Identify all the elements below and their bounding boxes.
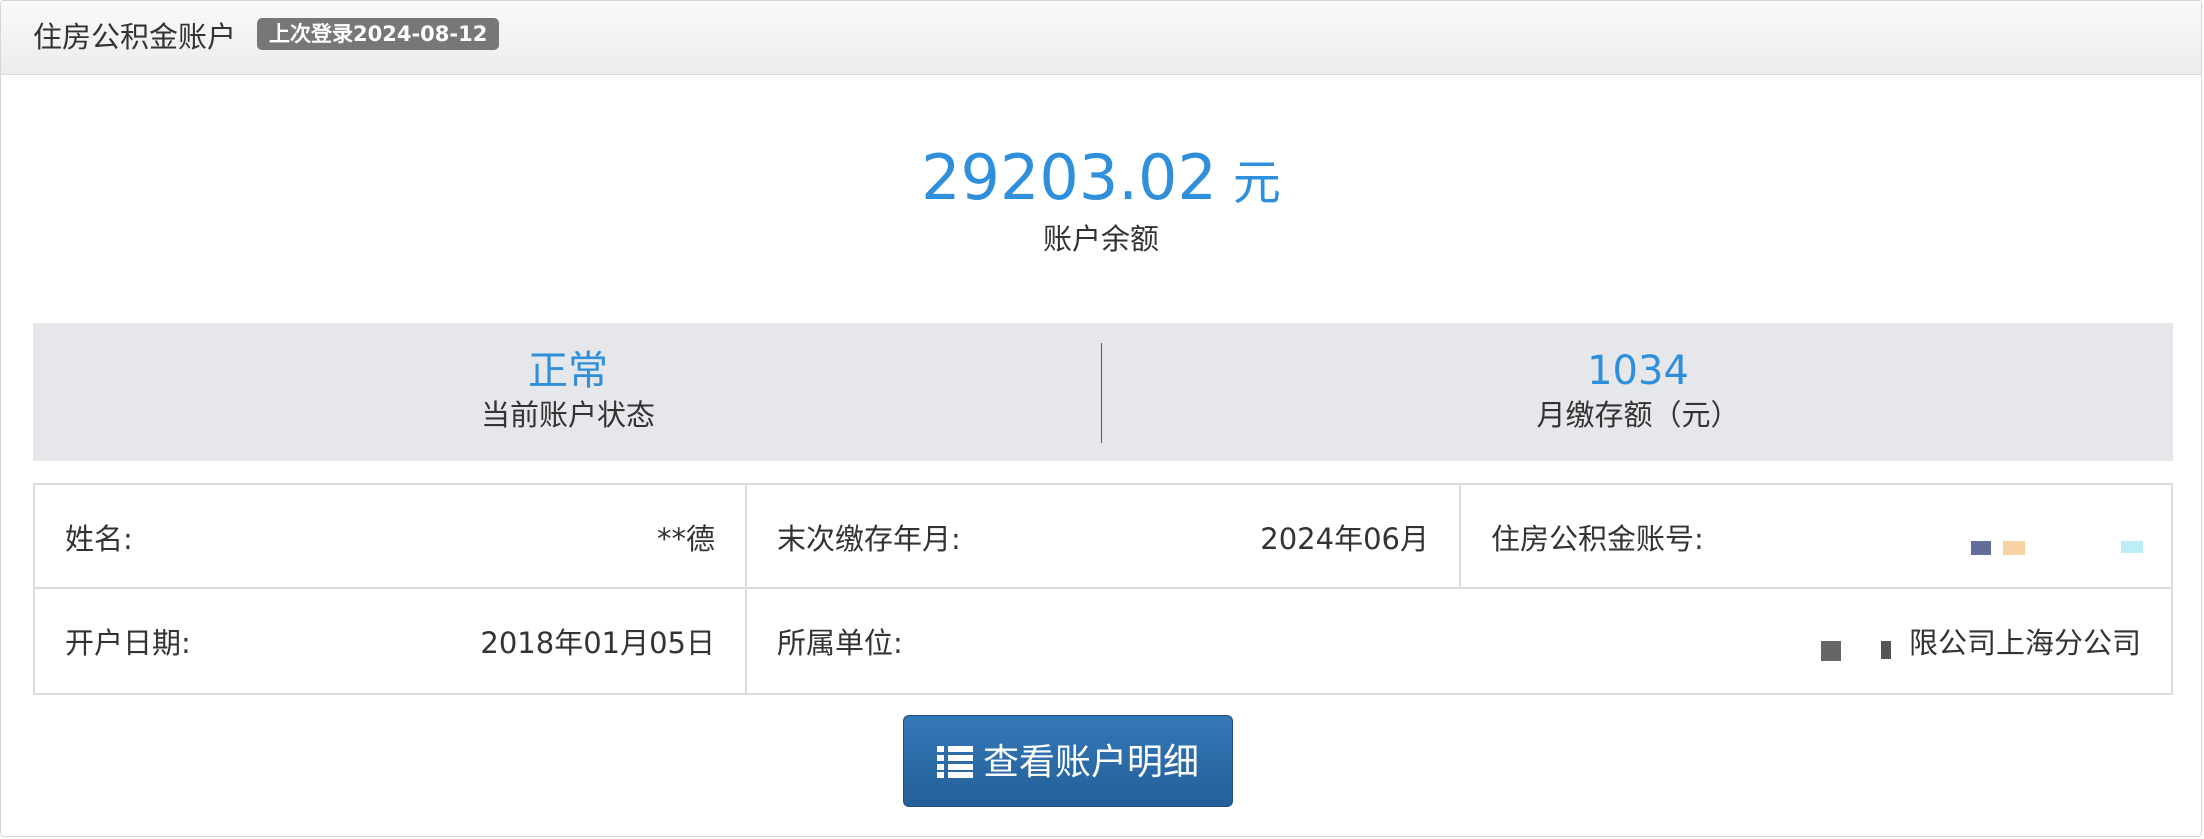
view-account-details-button[interactable]: 查看账户明细	[903, 715, 1233, 807]
balance-block: 29203.02 元 账户余额	[1, 141, 2201, 259]
account-panel: 住房公积金账户 上次登录2024-08-12 29203.02 元 账户余额 正常…	[0, 0, 2202, 837]
redaction-mark	[1821, 641, 1841, 661]
panel-title: 住房公积金账户	[33, 20, 237, 54]
last-deposit-month-cell: 末次缴存年月: 2024年06月	[747, 485, 1459, 589]
list-icon	[936, 746, 973, 778]
account-number-label: 住房公积金账号:	[1491, 522, 1704, 556]
balance-label: 账户余额	[1042, 222, 1159, 256]
employer-value: 限公司上海分公司	[1908, 626, 2141, 660]
employer-label: 所属单位:	[777, 626, 903, 660]
balance-amount-row: 29203.02 元	[1, 141, 2201, 215]
open-date-label: 开户日期:	[65, 626, 191, 660]
name-label: 姓名:	[65, 522, 133, 556]
redaction-mark	[2003, 541, 2025, 555]
stat-monthly-deposit: 1034 月缴存额（元）	[1103, 323, 2173, 461]
monthly-deposit-value: 1034	[1587, 348, 1689, 394]
view-account-details-label: 查看账户明细	[982, 741, 1199, 782]
stat-account-status: 正常 当前账户状态	[33, 323, 1103, 461]
name-value: **德	[656, 522, 715, 556]
panel-header: 住房公积金账户 上次登录2024-08-12	[1, 1, 2201, 75]
balance-amount: 29203.02	[921, 141, 1217, 214]
account-number-cell: 住房公积金账号:	[1461, 485, 2171, 589]
stats-divider	[1101, 343, 1102, 443]
last-deposit-month-value: 2024年06月	[1260, 522, 1429, 556]
name-cell: 姓名: **德	[35, 485, 745, 589]
last-login-badge: 上次登录2024-08-12	[257, 18, 500, 50]
monthly-deposit-label: 月缴存额（元）	[1536, 398, 1740, 432]
balance-unit: 元	[1232, 155, 1281, 211]
redaction-mark	[1881, 641, 1891, 659]
last-deposit-month-label: 末次缴存年月:	[777, 522, 961, 556]
open-date-value: 2018年01月05日	[480, 626, 715, 660]
account-info-table: 姓名: **德 末次缴存年月: 2024年06月 住房公积金账号: 开户日期: …	[33, 483, 2173, 695]
open-date-cell: 开户日期: 2018年01月05日	[35, 589, 745, 693]
stats-bar: 正常 当前账户状态 1034 月缴存额（元）	[33, 323, 2173, 461]
account-status-label: 当前账户状态	[480, 398, 655, 432]
account-status-value: 正常	[528, 348, 608, 394]
redaction-mark	[2121, 541, 2143, 553]
employer-cell: 所属单位: 限公司上海分公司	[747, 589, 2171, 693]
redaction-mark	[1971, 541, 1991, 555]
